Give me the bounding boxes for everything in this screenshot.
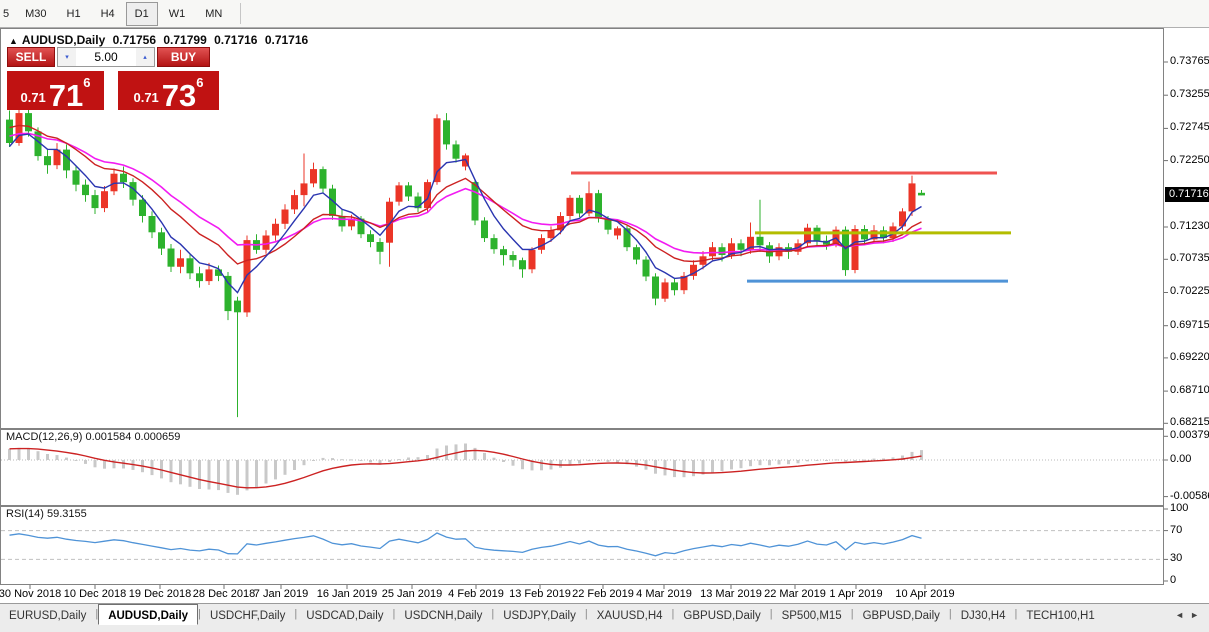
rsi-axis-label: 0 <box>1170 574 1177 586</box>
price-axis-label: 0.73255 <box>1170 88 1209 101</box>
buy-button[interactable]: BUY <box>157 47 210 67</box>
price-axis-label: 0.73765 <box>1170 55 1209 68</box>
date-axis-label: 4 Mar 2019 <box>636 588 692 600</box>
mt4-terminal-window: 5 M30 H1 H4 D1 W1 MN ▲ AUDUSD,Daily 0.71756 0.7… <box>0 0 1209 632</box>
chart-tab-eurusd-daily[interactable]: EURUSD,Daily <box>0 604 95 625</box>
macd-axis-label: 0.003793 <box>1170 429 1209 442</box>
volume-stepper: ▾ 5.00 ▴ <box>57 47 155 67</box>
sell-price-point: 6 <box>83 75 91 90</box>
rsi-label: RSI(14) 59.3155 <box>6 508 87 520</box>
date-axis-label: 13 Mar 2019 <box>700 588 762 600</box>
chart-tab-xauusd-h4[interactable]: XAUUSD,H4 <box>588 604 672 625</box>
collapse-triangle-icon[interactable]: ▲ <box>9 36 18 46</box>
volume-increase-arrow-icon[interactable]: ▴ <box>136 48 154 66</box>
date-axis-label: 10 Dec 2018 <box>63 588 127 600</box>
chart-tab-usdjpy-daily[interactable]: USDJPY,Daily <box>494 604 585 625</box>
one-click-trading-panel: SELL ▾ 5.00 ▴ BUY 0.71 71 6 0.71 73 6 <box>7 47 219 113</box>
date-axis-label: 16 Jan 2019 <box>316 588 378 600</box>
buy-price-display[interactable]: 0.71 73 6 <box>118 71 219 113</box>
date-axis-label: 25 Jan 2019 <box>381 588 443 600</box>
price-axis-label: 0.72250 <box>1170 153 1209 166</box>
chart-symbol-label: AUDUSD,Daily <box>21 33 106 47</box>
rsi-value: 59.3155 <box>46 508 87 520</box>
ohlc-open: 0.71756 <box>112 33 157 47</box>
rsi-axis-label: 30 <box>1170 552 1183 565</box>
chart-tab-usdchf-daily[interactable]: USDCHF,Daily <box>201 604 294 625</box>
volume-decrease-arrow-icon[interactable]: ▾ <box>58 48 76 66</box>
price-axis-label: 0.69715 <box>1170 318 1209 331</box>
sell-price-display[interactable]: 0.71 71 6 <box>7 71 104 113</box>
macd-label: MACD(12,26,9) 0.001584 0.000659 <box>6 431 180 443</box>
rsi-axis-label: 100 <box>1170 502 1189 514</box>
chart-tab-gbpusd-daily[interactable]: GBPUSD,Daily <box>854 604 949 625</box>
macd-main-value: 0.001584 <box>85 431 132 443</box>
current-price-tag: 0.71716 <box>1165 187 1209 203</box>
price-axis-label: 0.70735 <box>1170 252 1209 265</box>
chart-tab-usdcad-daily[interactable]: USDCAD,Daily <box>297 604 392 625</box>
date-axis-label: 22 Mar 2019 <box>764 588 826 600</box>
timeframe-button-m30[interactable]: M30 <box>16 2 55 26</box>
date-axis-label: 10 Apr 2019 <box>895 588 955 600</box>
timeframe-button-h1[interactable]: H1 <box>58 2 90 26</box>
macd-name: MACD(12,26,9) <box>6 431 83 443</box>
timeframe-toolbar: 5 M30 H1 H4 D1 W1 MN <box>0 0 1209 28</box>
ohlc-high: 0.71799 <box>163 33 207 47</box>
date-axis-label: 7 Jan 2019 <box>253 588 309 600</box>
timeframe-button-mn[interactable]: MN <box>196 2 231 26</box>
timeframe-button-w1[interactable]: W1 <box>160 2 195 26</box>
chart-symbol-header: ▲ AUDUSD,Daily 0.71756 0.71799 0.71716 0.… <box>9 33 312 47</box>
tab-scroll-right-icon[interactable]: ► <box>1190 610 1199 620</box>
timeframe-button-5[interactable]: 5 <box>1 2 14 26</box>
ohlc-close: 0.71716 <box>264 33 309 47</box>
tab-scroll-buttons: ◄ ► <box>1175 604 1209 620</box>
buy-price-pips: 73 <box>161 77 197 113</box>
chart-tab-sp500-m15[interactable]: SP500,M15 <box>773 604 851 625</box>
macd-signal-value: 0.000659 <box>134 431 181 443</box>
date-axis-label: 19 Dec 2018 <box>128 588 192 600</box>
macd-axis-label: 0.00 <box>1170 453 1192 465</box>
timeframe-button-h4[interactable]: H4 <box>92 2 124 26</box>
date-axis-label: 22 Feb 2019 <box>572 588 634 600</box>
rsi-axis-label: 70 <box>1170 523 1183 536</box>
date-axis-label: 30 Nov 2018 <box>0 588 62 600</box>
macd-axis-label: -0.005864 <box>1170 489 1209 502</box>
toolbar-separator <box>240 3 242 24</box>
ohlc-low: 0.71716 <box>214 33 258 47</box>
volume-input[interactable]: 5.00 <box>76 48 136 66</box>
tab-scroll-left-icon[interactable]: ◄ <box>1175 610 1184 620</box>
sell-price-pips: 71 <box>48 77 84 113</box>
date-axis-label: 4 Feb 2019 <box>448 588 504 600</box>
price-axis-label: 0.72745 <box>1170 121 1209 134</box>
price-axis-label: 0.70225 <box>1170 285 1209 298</box>
buy-price-point: 6 <box>196 75 204 90</box>
timeframe-button-d1[interactable]: D1 <box>125 1 158 26</box>
sell-button[interactable]: SELL <box>7 47 55 67</box>
date-axis-label: 28 Dec 2018 <box>192 588 256 600</box>
price-axis-label: 0.68215 <box>1170 416 1209 429</box>
chart-tab-gbpusd-daily[interactable]: GBPUSD,Daily <box>674 604 769 625</box>
price-axis-label: 0.71230 <box>1170 220 1209 233</box>
chart-tab-tech100-h1[interactable]: TECH100,H1 <box>1017 604 1103 625</box>
chart-tab-dj30-h4[interactable]: DJ30,H4 <box>952 604 1015 625</box>
buy-price-prefix: 0.71 <box>133 90 159 105</box>
sell-price-prefix: 0.71 <box>20 90 46 105</box>
chart-tab-audusd-daily[interactable]: AUDUSD,Daily <box>98 604 199 625</box>
price-axis-label: 0.68710 <box>1170 384 1209 397</box>
chart-tab-bar: EURUSD,Daily | AUDUSD,Daily | USDCHF,Daily | U… <box>0 603 1209 632</box>
price-axis-label: 0.69220 <box>1170 350 1209 363</box>
rsi-name: RSI(14) <box>6 508 44 520</box>
date-axis-label: 13 Feb 2019 <box>509 588 571 600</box>
rsi-indicator-pane[interactable] <box>0 506 1164 585</box>
chart-tab-usdcnh-daily[interactable]: USDCNH,Daily <box>395 604 491 625</box>
date-axis-label: 1 Apr 2019 <box>829 588 883 600</box>
